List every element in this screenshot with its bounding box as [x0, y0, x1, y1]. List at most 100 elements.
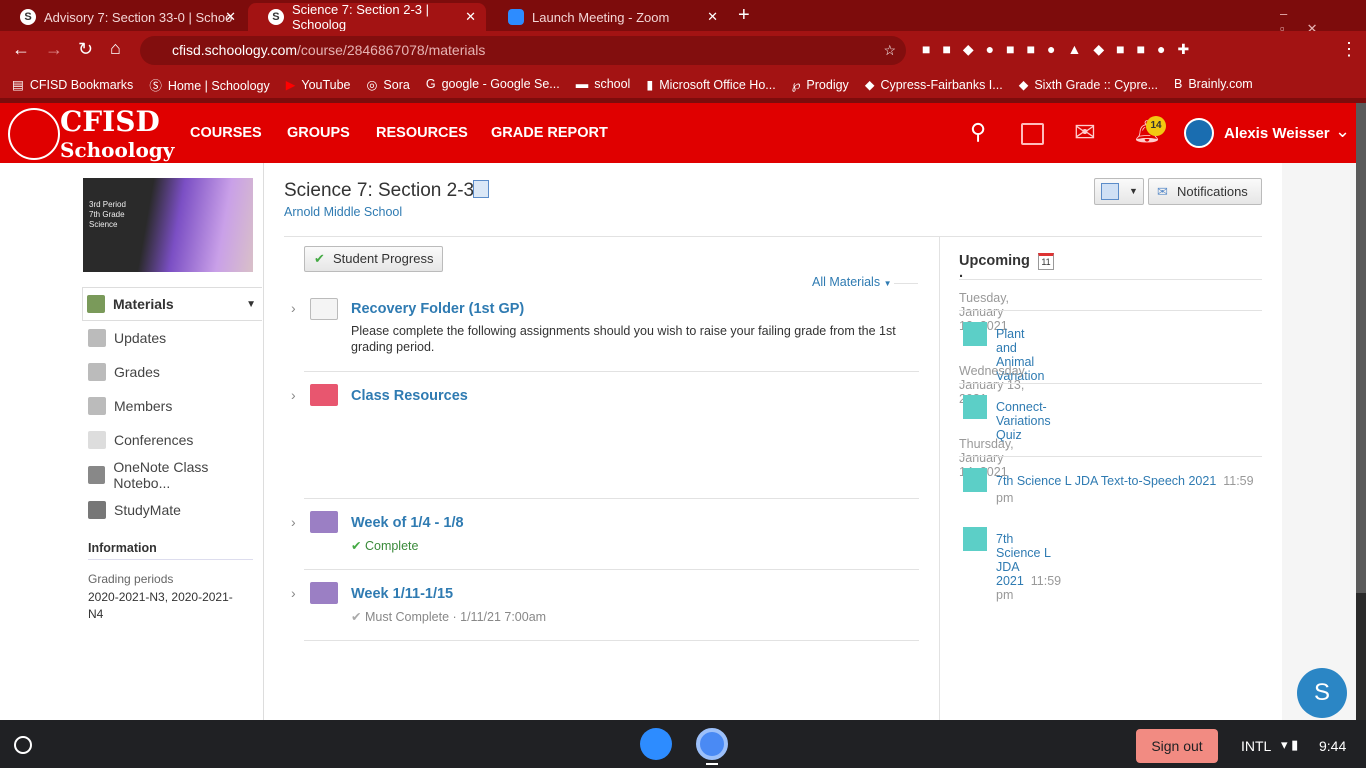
tab-science[interactable]: S Science 7: Section 2-3 | Schoolog ✕ [248, 2, 486, 32]
caret-down-icon: ▼ [246, 298, 256, 310]
folder-icon [310, 511, 338, 533]
puzzle-icon [963, 322, 987, 346]
tab-strip: S Advisory 7: Section 33-0 | Schoo ✕ S Scie… [0, 0, 1366, 36]
address-bar-row: ← → ↻ ⌂ cfisd.schoology.com/course/28468… [0, 31, 1366, 70]
material-folder-title[interactable]: Class Resources [351, 388, 468, 404]
calendar-icon[interactable] [1021, 123, 1044, 145]
bookmark[interactable]: ◆ Cypress-Fairbanks I... [865, 77, 1003, 92]
upcoming-item[interactable]: 7th Science L JDA Text-to-Speech 2021 [996, 474, 1216, 488]
input-method[interactable]: INTL [1241, 738, 1271, 754]
divider [304, 569, 919, 570]
tab-advisory[interactable]: S Advisory 7: Section 33-0 | Schoo ✕ [0, 3, 246, 31]
updates-icon [88, 329, 106, 347]
mail-icon[interactable]: ✉ [1074, 117, 1096, 148]
new-tab-icon[interactable]: + [738, 4, 750, 27]
grading-periods-value: 2020-2021-N3, 2020-2021-N4 [88, 590, 233, 621]
close-icon[interactable]: ✕ [465, 9, 476, 25]
wifi-battery-icons[interactable]: ▾ ▮ [1281, 737, 1298, 753]
material-folder-title[interactable]: Week of 1/4 - 1/8 [351, 515, 464, 531]
chevron-right-icon[interactable]: › [291, 300, 296, 316]
material-folder-title[interactable]: Recovery Folder (1st GP) [351, 301, 524, 317]
bookmark[interactable]: ▶ YouTube [286, 77, 351, 92]
onenote-icon [88, 466, 106, 484]
chevron-right-icon[interactable]: › [291, 585, 296, 601]
home-icon[interactable]: ⌂ [110, 38, 121, 59]
upcoming-item[interactable]: Connect- Variations Quiz [996, 400, 1051, 442]
tab-zoom[interactable]: Launch Meeting - Zoom ✕ [488, 3, 728, 31]
search-icon[interactable]: ⚲ [970, 119, 986, 145]
puzzle-icon [963, 468, 987, 492]
bookmark[interactable]: ◎ Sora [367, 77, 410, 92]
school-link[interactable]: Arnold Middle School [284, 205, 402, 219]
nav-grade-report[interactable]: GRADE REPORT [491, 125, 608, 141]
check-icon: ✔ [351, 539, 362, 553]
sidebar-item-onenote[interactable]: OneNote Class Notebo... [84, 458, 264, 492]
active-indicator [706, 763, 718, 765]
zoom-app-icon[interactable] [640, 728, 672, 760]
course-banner-image: 3rd Period 7th Grade Science [83, 178, 253, 272]
material-folder-title[interactable]: Week 1/11-1/15 [351, 586, 453, 602]
chevron-right-icon[interactable]: › [291, 514, 296, 530]
chat-bubble-button[interactable]: S [1297, 668, 1347, 718]
nav-groups[interactable]: GROUPS [287, 125, 350, 141]
star-icon[interactable]: ☆ [883, 36, 896, 65]
scrollbar[interactable] [1356, 103, 1366, 720]
sign-out-button[interactable]: Sign out [1136, 729, 1218, 763]
close-icon[interactable]: ✕ [707, 9, 718, 25]
view-options-button[interactable]: ▼ [1094, 178, 1144, 205]
notebook-icon [473, 180, 489, 198]
conferences-icon [88, 431, 106, 449]
launcher-icon[interactable] [14, 736, 32, 754]
calendar-icon[interactable]: 11 [1038, 253, 1054, 270]
reload-icon[interactable]: ↻ [78, 39, 93, 60]
sidebar-item-updates[interactable]: Updates [84, 321, 264, 355]
student-progress-button[interactable]: ✔ Student Progress [304, 246, 443, 272]
close-icon[interactable]: ✕ [225, 9, 236, 25]
sidebar-item-studymate[interactable]: StudyMate [84, 493, 264, 527]
divider [304, 498, 919, 499]
scrollbar-thumb[interactable] [1356, 103, 1366, 593]
bookmark[interactable]: ◆ Sixth Grade :: Cypre... [1019, 77, 1158, 92]
all-materials-filter[interactable]: All Materials ▼ [812, 275, 891, 289]
menu-icon[interactable]: ⋮ [1340, 39, 1358, 60]
bookmark[interactable]: ▬ school [576, 77, 631, 91]
information-heading: Information [88, 541, 253, 560]
bookmark[interactable]: B Brainly.com [1174, 77, 1253, 91]
nav-courses[interactable]: COURSES [190, 125, 262, 141]
bookmark[interactable]: ℘ Prodigy [792, 77, 849, 92]
bookmark[interactable]: ▮ Microsoft Office Ho... [646, 77, 775, 92]
back-icon[interactable]: ← [12, 39, 30, 60]
page-title: Science 7: Section 2-3 [284, 180, 475, 201]
folder-description: Please complete the following assignment… [351, 324, 896, 354]
bookmark[interactable]: Ⓢ Home | Schoology [149, 75, 269, 94]
clock[interactable]: 9:44 [1319, 738, 1346, 754]
forward-icon[interactable]: → [45, 39, 63, 60]
sidebar-item-materials[interactable]: Materials ▼ [82, 287, 262, 321]
sidebar-item-members[interactable]: Members [84, 389, 264, 423]
completion-status: Complete [364, 539, 419, 553]
avatar[interactable] [1184, 118, 1214, 148]
upcoming-heading: Upcoming · [959, 253, 1030, 285]
user-name[interactable]: Alexis Weisser [1224, 125, 1330, 142]
divider [284, 236, 1262, 237]
extension-icons[interactable]: ■■◆●■■●▲◆■■●✚ [922, 41, 1201, 58]
url-input[interactable]: cfisd.schoology.com/course/2846867078/ma… [140, 36, 906, 65]
taskbar: Sign out INTL ▾ ▮ 9:44 [0, 720, 1366, 768]
left-sidebar: 3rd Period 7th Grade Science Materials ▼ Up… [0, 163, 264, 720]
chevron-down-icon[interactable]: ⌄ [1335, 121, 1350, 142]
bookmark[interactable]: Ggoogle - Google Se... [426, 77, 560, 91]
studymate-icon [88, 501, 106, 519]
sidebar-item-conferences[interactable]: Conferences [84, 423, 264, 457]
logo[interactable]: CFISD Schoology [60, 108, 174, 163]
folder-icon [310, 298, 338, 320]
nav-resources[interactable]: RESOURCES [376, 125, 468, 141]
bookmark[interactable]: ▤ CFISD Bookmarks [12, 77, 133, 92]
chrome-app-icon[interactable] [696, 728, 728, 760]
logo-icon[interactable] [8, 108, 60, 160]
sidebar-item-grades[interactable]: Grades [84, 355, 264, 389]
chevron-right-icon[interactable]: › [291, 387, 296, 403]
notifications-button[interactable]: ✉ Notifications [1148, 178, 1262, 205]
mail-icon: ✉ [1157, 184, 1168, 199]
puzzle-icon [963, 527, 987, 551]
members-icon [88, 397, 106, 415]
